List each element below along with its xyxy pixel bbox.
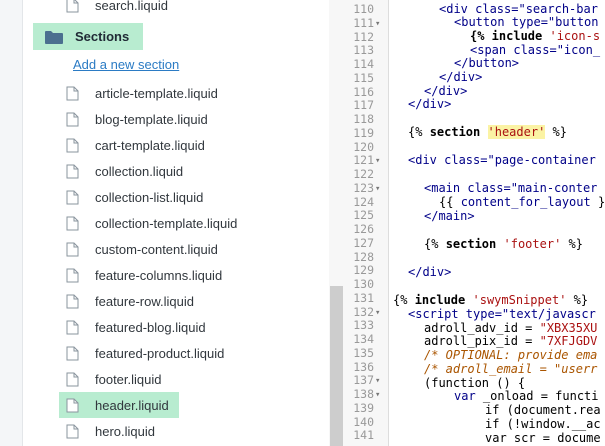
line-number: 138: [353, 387, 374, 401]
line-number: 118: [353, 112, 374, 126]
sections-title: Sections: [75, 29, 130, 44]
file-icon: [66, 398, 79, 413]
file-label: collection-list.liquid: [95, 189, 204, 205]
line-number: 133: [353, 318, 374, 332]
fold-toggle-icon[interactable]: ▾: [375, 307, 380, 320]
line-number: 126: [353, 222, 374, 236]
file-label: header.liquid: [95, 397, 169, 413]
highlighted-match: 'header': [487, 125, 546, 139]
file-label: cart-template.liquid: [95, 137, 205, 153]
line-number: 130: [353, 277, 374, 291]
file-item-search[interactable]: search.liquid: [66, 0, 168, 18]
fold-toggle-icon[interactable]: ▾: [375, 183, 380, 196]
line-number: 134: [353, 332, 374, 346]
line-number: 129: [353, 263, 374, 277]
line-number: 110: [353, 2, 374, 16]
file-icon: [66, 112, 79, 127]
file-icon: [66, 320, 79, 335]
file-icon: [66, 138, 79, 153]
fold-toggle-icon[interactable]: ▾: [375, 155, 380, 168]
file-label: search.liquid: [95, 0, 168, 13]
sidebar-edge: [0, 0, 23, 446]
line-number: 141: [353, 428, 374, 442]
line-number: 121: [353, 153, 374, 167]
sidebar-scrollbar[interactable]: [329, 0, 344, 446]
fold-toggle-icon[interactable]: ▾: [375, 18, 380, 31]
file-label: featured-blog.liquid: [95, 319, 206, 335]
file-item[interactable]: article-template.liquid: [66, 80, 218, 106]
file-icon: [66, 294, 79, 309]
line-number: 119: [353, 126, 374, 140]
scrollbar-thumb[interactable]: [330, 286, 343, 446]
line-number: 122: [353, 167, 374, 181]
add-section-link[interactable]: Add a new section: [73, 57, 179, 72]
file-icon: [66, 164, 79, 179]
file-label: blog-template.liquid: [95, 111, 208, 127]
file-icon: [66, 372, 79, 387]
file-item[interactable]: feature-columns.liquid: [66, 262, 222, 288]
file-item[interactable]: cart-template.liquid: [66, 132, 205, 158]
fold-toggle-icon[interactable]: ▾: [375, 389, 380, 402]
file-item[interactable]: collection.liquid: [66, 158, 183, 184]
file-item-selected[interactable]: header.liquid: [59, 392, 179, 418]
line-number: 131: [353, 291, 374, 305]
file-icon: [66, 86, 79, 101]
file-item[interactable]: collection-list.liquid: [66, 184, 203, 210]
file-label: feature-columns.liquid: [95, 267, 223, 283]
file-label: collection.liquid: [95, 163, 184, 179]
line-number: 117: [353, 98, 374, 112]
line-number: 123: [353, 181, 374, 195]
file-icon: [66, 424, 79, 439]
line-number: 115: [353, 71, 374, 85]
folder-icon: [45, 30, 63, 44]
file-item[interactable]: hero.liquid: [66, 418, 155, 444]
line-number: 113: [353, 43, 374, 57]
file-label: collection-template.liquid: [95, 215, 238, 231]
file-label: footer.liquid: [95, 371, 162, 387]
sections-folder[interactable]: Sections: [33, 23, 143, 50]
line-number: 139: [353, 401, 374, 415]
line-number: 127: [353, 236, 374, 250]
file-item[interactable]: collection-template.liquid: [66, 210, 237, 236]
file-item[interactable]: featured-blog.liquid: [66, 314, 206, 340]
file-icon: [66, 268, 79, 283]
file-label: hero.liquid: [95, 423, 155, 439]
line-number: 137: [353, 373, 374, 387]
line-number: 125: [353, 208, 374, 222]
file-item[interactable]: blog-template.liquid: [66, 106, 208, 132]
file-label: feature-row.liquid: [95, 293, 194, 309]
line-number: 114: [353, 57, 374, 71]
file-item[interactable]: footer.liquid: [66, 366, 162, 392]
file-item[interactable]: featured-product.liquid: [66, 340, 224, 366]
fold-toggle-icon[interactable]: ▾: [375, 375, 380, 388]
file-icon: [66, 216, 79, 231]
file-item[interactable]: custom-content.liquid: [66, 236, 218, 262]
line-number: 111: [353, 16, 374, 30]
file-label: article-template.liquid: [95, 85, 218, 101]
code-editor[interactable]: 110 111 ▾ 112 113 114 115 116 117 118 119 120 121 ▾ 12…: [344, 0, 605, 446]
file-icon: [66, 190, 79, 205]
file-icon: [66, 0, 79, 13]
file-item[interactable]: feature-row.liquid: [66, 288, 194, 314]
file-label: custom-content.liquid: [95, 241, 218, 257]
line-number: 135: [353, 346, 374, 360]
file-icon: [66, 242, 79, 257]
file-sidebar: search.liquid Sections Add a new section…: [0, 0, 344, 446]
file-label: featured-product.liquid: [95, 345, 225, 361]
file-icon: [66, 346, 79, 361]
